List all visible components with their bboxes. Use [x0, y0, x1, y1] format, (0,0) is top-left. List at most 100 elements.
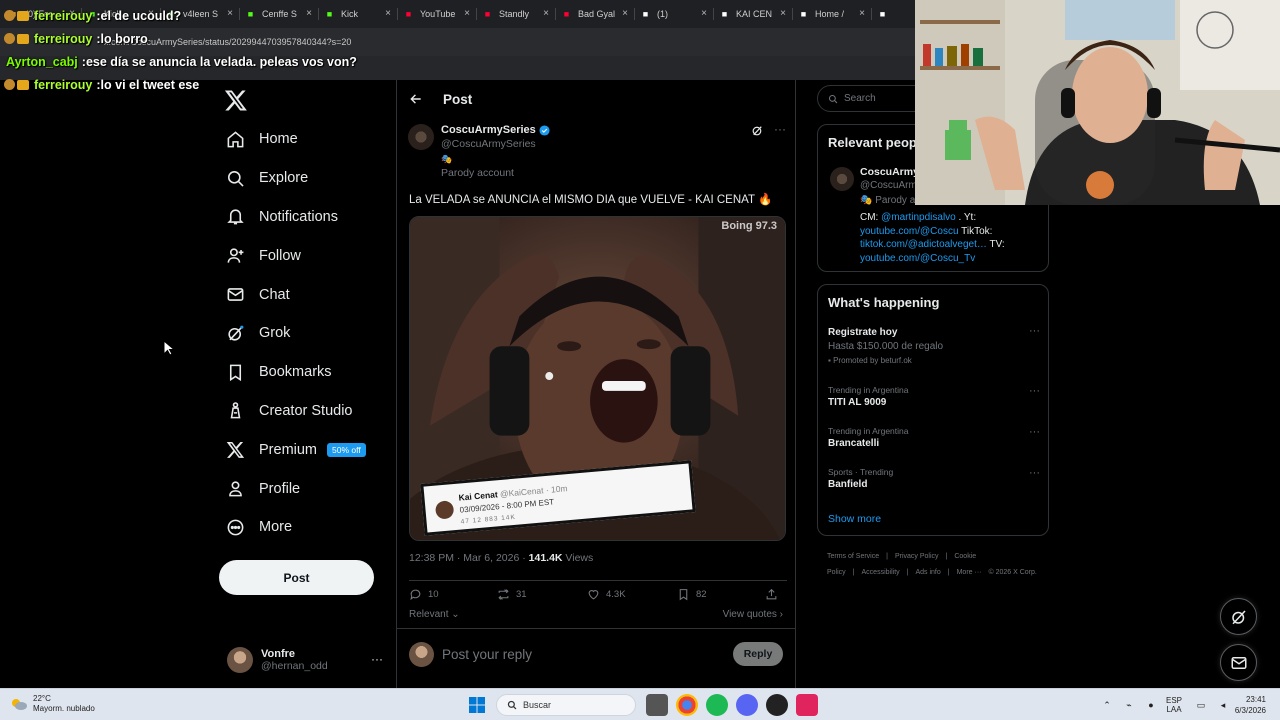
- nav-item-home[interactable]: Home: [222, 120, 392, 159]
- nav-item-explore[interactable]: Explore: [222, 159, 392, 198]
- show-more-link[interactable]: Show more: [828, 513, 881, 525]
- footer-link[interactable]: Ads info: [915, 569, 940, 576]
- like-action[interactable]: 4.3K: [587, 588, 677, 601]
- nav-item-follow[interactable]: Follow: [222, 236, 392, 275]
- more-dots-icon[interactable]: ···: [1029, 385, 1040, 397]
- trend-item[interactable]: Trending in Argentina TITI AL 9009 ···: [828, 385, 1040, 408]
- bookmark-action[interactable]: 82: [677, 588, 765, 601]
- footer-separator: |: [906, 569, 909, 576]
- post-timestamp[interactable]: 12:38 PM · Mar 6, 2026 ·: [409, 552, 529, 564]
- more-dots-icon[interactable]: ···: [1029, 467, 1040, 479]
- author-name-row[interactable]: CoscuArmySeries: [441, 124, 550, 136]
- close-tab-icon[interactable]: ×: [622, 8, 628, 19]
- reply-action[interactable]: 10: [409, 588, 497, 601]
- author-name[interactable]: CoscuArmySeries: [441, 124, 536, 136]
- more-dots-icon[interactable]: ···: [1029, 325, 1040, 337]
- nav-item-more[interactable]: More: [222, 508, 392, 547]
- search-icon: [227, 170, 244, 187]
- trend-item[interactable]: Sports · Trending Banfield ···: [828, 467, 1040, 490]
- replies-sort-dropdown[interactable]: Relevant ⌄: [409, 609, 460, 620]
- display-icon[interactable]: ▭: [1194, 698, 1208, 712]
- microphone-icon[interactable]: ●: [1144, 698, 1158, 712]
- relevant-person-bio: CM: @martinpdisalvo . Yt: youtube.com/@C…: [860, 212, 1005, 264]
- chrome-icon[interactable]: [676, 694, 698, 716]
- taskbar-search[interactable]: Buscar: [496, 694, 636, 716]
- close-tab-icon[interactable]: ×: [464, 8, 470, 19]
- avatar[interactable]: [408, 124, 434, 150]
- tab-favicon-icon: ■: [563, 8, 570, 19]
- trend-item[interactable]: Trending in Argentina Brancatelli ···: [828, 426, 1040, 449]
- nav-item-creator-studio[interactable]: Creator Studio: [222, 392, 392, 431]
- browser-tab[interactable]: ■ Home / ×: [792, 0, 871, 28]
- trend-context: Trending in Argentina: [828, 426, 909, 436]
- post-button[interactable]: Post: [219, 560, 374, 595]
- bio-youtube-link[interactable]: youtube.com/@Coscu: [860, 226, 959, 237]
- repost-action[interactable]: 31: [497, 588, 587, 601]
- tab-favicon-icon: ■: [721, 8, 728, 19]
- more-dots-icon[interactable]: ···: [1029, 426, 1040, 438]
- nav-item-grok[interactable]: Grok: [222, 314, 392, 353]
- browser-tab[interactable]: ■ Standly ×: [476, 0, 555, 28]
- tiktok-icon[interactable]: [796, 694, 818, 716]
- file-explorer-icon[interactable]: [646, 694, 668, 716]
- nav-item-premium[interactable]: Premium 50% off: [222, 430, 392, 469]
- volume-icon[interactable]: ◂: [1216, 698, 1230, 712]
- post-author: CoscuArmySeries @CoscuArmySeries 🎭 Parod…: [408, 122, 788, 184]
- avatar[interactable]: [830, 167, 854, 191]
- search-icon: [507, 700, 517, 710]
- reply-button[interactable]: Reply: [733, 642, 783, 666]
- nav-item-profile[interactable]: Profile: [222, 469, 392, 508]
- app-icon[interactable]: [766, 694, 788, 716]
- spotify-icon[interactable]: [706, 694, 728, 716]
- close-tab-icon[interactable]: ×: [543, 8, 549, 19]
- trend-item[interactable]: Registrate hoy Hasta $150.000 de regalo …: [828, 325, 1040, 365]
- grok-icon[interactable]: [751, 124, 764, 137]
- browser-tab[interactable]: ■ KAI CEN ×: [713, 0, 792, 28]
- chat-badge-icon: [4, 33, 15, 44]
- trend-title: Brancatelli: [828, 438, 880, 449]
- footer-link[interactable]: Terms of Service: [827, 553, 879, 560]
- reply-input[interactable]: [442, 643, 722, 665]
- nav-item-bookmarks[interactable]: Bookmarks: [222, 353, 392, 392]
- clock-date: 6/3/2026: [1234, 706, 1266, 715]
- browser-tab[interactable]: ■ (1) ×: [634, 0, 713, 28]
- account-switcher[interactable]: Vonfre @hernan_odd ···: [227, 644, 387, 676]
- close-tab-icon[interactable]: ×: [701, 8, 707, 19]
- bio-tiktok-link[interactable]: tiktok.com/@adictoalveget…: [860, 239, 987, 250]
- post-header: Post: [397, 80, 795, 118]
- footer-link[interactable]: More ···: [957, 569, 982, 576]
- tab-label: (1): [657, 9, 668, 19]
- share-icon: [766, 588, 777, 600]
- network-icon[interactable]: ⌁: [1122, 698, 1136, 712]
- grok-floating-button[interactable]: [1220, 598, 1257, 635]
- heart-icon: [588, 590, 599, 600]
- nav-item-label: Follow: [259, 247, 301, 264]
- discord-icon[interactable]: [736, 694, 758, 716]
- tab-label: Home /: [815, 9, 845, 19]
- share-action[interactable]: [765, 588, 784, 601]
- footer-separator: |: [945, 553, 948, 560]
- chevron-up-icon[interactable]: ⌃: [1100, 698, 1114, 712]
- author-handle[interactable]: @CoscuArmySeries: [441, 138, 536, 150]
- post-media-image[interactable]: Boing 97.3 Kai Cenat @KaiCenat · 10m 03/…: [409, 216, 786, 541]
- messages-floating-button[interactable]: [1220, 644, 1257, 681]
- chat-badge-icon: [4, 10, 15, 21]
- footer-link[interactable]: Accessibility: [862, 569, 900, 576]
- footer-link[interactable]: Privacy Policy: [895, 553, 939, 560]
- footer-link[interactable]: © 2026 X Corp.: [988, 569, 1036, 576]
- nav-item-chat[interactable]: Chat: [222, 275, 392, 314]
- footer-separator: |: [886, 553, 888, 560]
- bio-mention-link[interactable]: @martinpdisalvo: [881, 212, 956, 223]
- more-dots-icon[interactable]: ···: [371, 652, 383, 666]
- view-quotes-link[interactable]: View quotes ›: [723, 609, 783, 620]
- taskbar-clock[interactable]: 23:41 6/3/2026: [1235, 694, 1266, 716]
- windows-start-icon[interactable]: [466, 694, 488, 716]
- weather-widget[interactable]: 22°C Mayorm. nublado: [10, 694, 95, 714]
- browser-tab[interactable]: ■ Bad Gyal ×: [555, 0, 634, 28]
- bio-tv-link[interactable]: youtube.com/@Coscu_Tv: [860, 253, 975, 264]
- close-tab-icon[interactable]: ×: [859, 8, 865, 19]
- close-tab-icon[interactable]: ×: [780, 8, 786, 19]
- nav-item-notifications[interactable]: Notifications: [222, 198, 392, 237]
- more-dots-icon[interactable]: ···: [774, 122, 786, 136]
- language-indicator[interactable]: ESP LAA: [1166, 696, 1182, 714]
